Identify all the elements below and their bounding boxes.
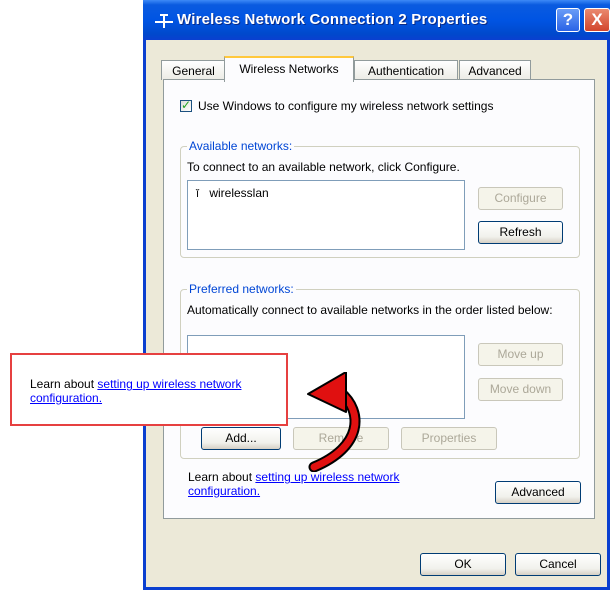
question-mark-icon: ? [562,10,574,29]
properties-dialog: Wireless Network Connection 2 Properties… [143,0,610,590]
callout-box: Learn about setting up wireless network c… [10,353,288,426]
callout-link-line2: configuration. [30,391,103,405]
tab-wireless-networks[interactable]: Wireless Networks [224,56,354,82]
window-title: Wireless Network Connection 2 Properties [177,11,488,28]
available-networks-group: Available networks: To connect to an ava… [180,139,580,258]
cancel-button-label: Cancel [539,557,577,571]
tab-authentication[interactable]: Authentication [354,60,458,80]
ok-button[interactable]: OK [420,553,506,576]
add-button[interactable]: Add... [201,427,281,450]
close-button[interactable]: X [584,8,610,32]
tab-general-label: General [172,64,215,78]
callout-learn-about-prefix: Learn about [30,377,98,391]
configure-button-label: Configure [494,191,547,205]
ok-button-label: OK [454,557,472,571]
wireless-networks-panel: ✓ Use Windows to configure my wireless n… [163,79,595,519]
tab-wireless-networks-label: Wireless Networks [239,62,339,76]
preferred-networks-description: Automatically connect to available netwo… [187,303,553,317]
title-bar[interactable]: Wireless Network Connection 2 Properties… [143,0,610,40]
properties-button-label: Properties [421,431,477,445]
checkmark-icon: ✓ [181,98,192,112]
move-down-button[interactable]: Move down [478,378,563,401]
use-windows-checkbox[interactable]: ✓ [180,98,192,112]
cancel-button[interactable]: Cancel [515,553,601,576]
add-button-label: Add... [225,431,257,445]
advanced-button[interactable]: Advanced [495,481,581,504]
tab-advanced-label: Advanced [468,64,522,78]
refresh-button[interactable]: Refresh [478,221,563,244]
move-up-button[interactable]: Move up [478,343,563,366]
network-name: wirelesslan [209,186,269,200]
close-icon: X [591,10,603,29]
available-networks-legend: Available networks: [187,139,295,153]
wireless-config-link-line1: setting up wireless network [255,470,400,484]
configure-button[interactable]: Configure [478,187,563,210]
learn-about-text: Learn about setting up wireless network c… [188,470,399,498]
available-networks-list[interactable]: ĭ wirelesslan [187,180,465,250]
callout-learn-about-text: Learn about setting up wireless network c… [30,377,241,405]
move-up-button-label: Move up [497,347,544,361]
tab-advanced[interactable]: Advanced [459,60,531,80]
curved-arrow-icon [307,372,361,472]
antenna-icon: ĭ [196,188,200,200]
callout-link-line1: setting up wireless network [97,377,242,391]
available-networks-description: To connect to an available network, clic… [187,160,460,174]
list-item[interactable]: ĭ wirelesslan [196,186,269,200]
use-windows-checkbox-label: Use Windows to configure my wireless net… [198,99,494,113]
move-down-button-label: Move down [489,382,552,396]
help-button[interactable]: ? [556,8,580,32]
tab-general[interactable]: General [161,60,226,80]
learn-about-prefix: Learn about [188,470,256,484]
network-connection-icon [155,14,173,28]
wireless-config-link-line2: configuration. [188,484,261,498]
tab-authentication-label: Authentication [367,64,445,78]
advanced-button-label: Advanced [511,485,565,499]
properties-button[interactable]: Properties [401,427,497,450]
preferred-networks-legend: Preferred networks: [187,282,296,296]
refresh-button-label: Refresh [499,225,542,239]
